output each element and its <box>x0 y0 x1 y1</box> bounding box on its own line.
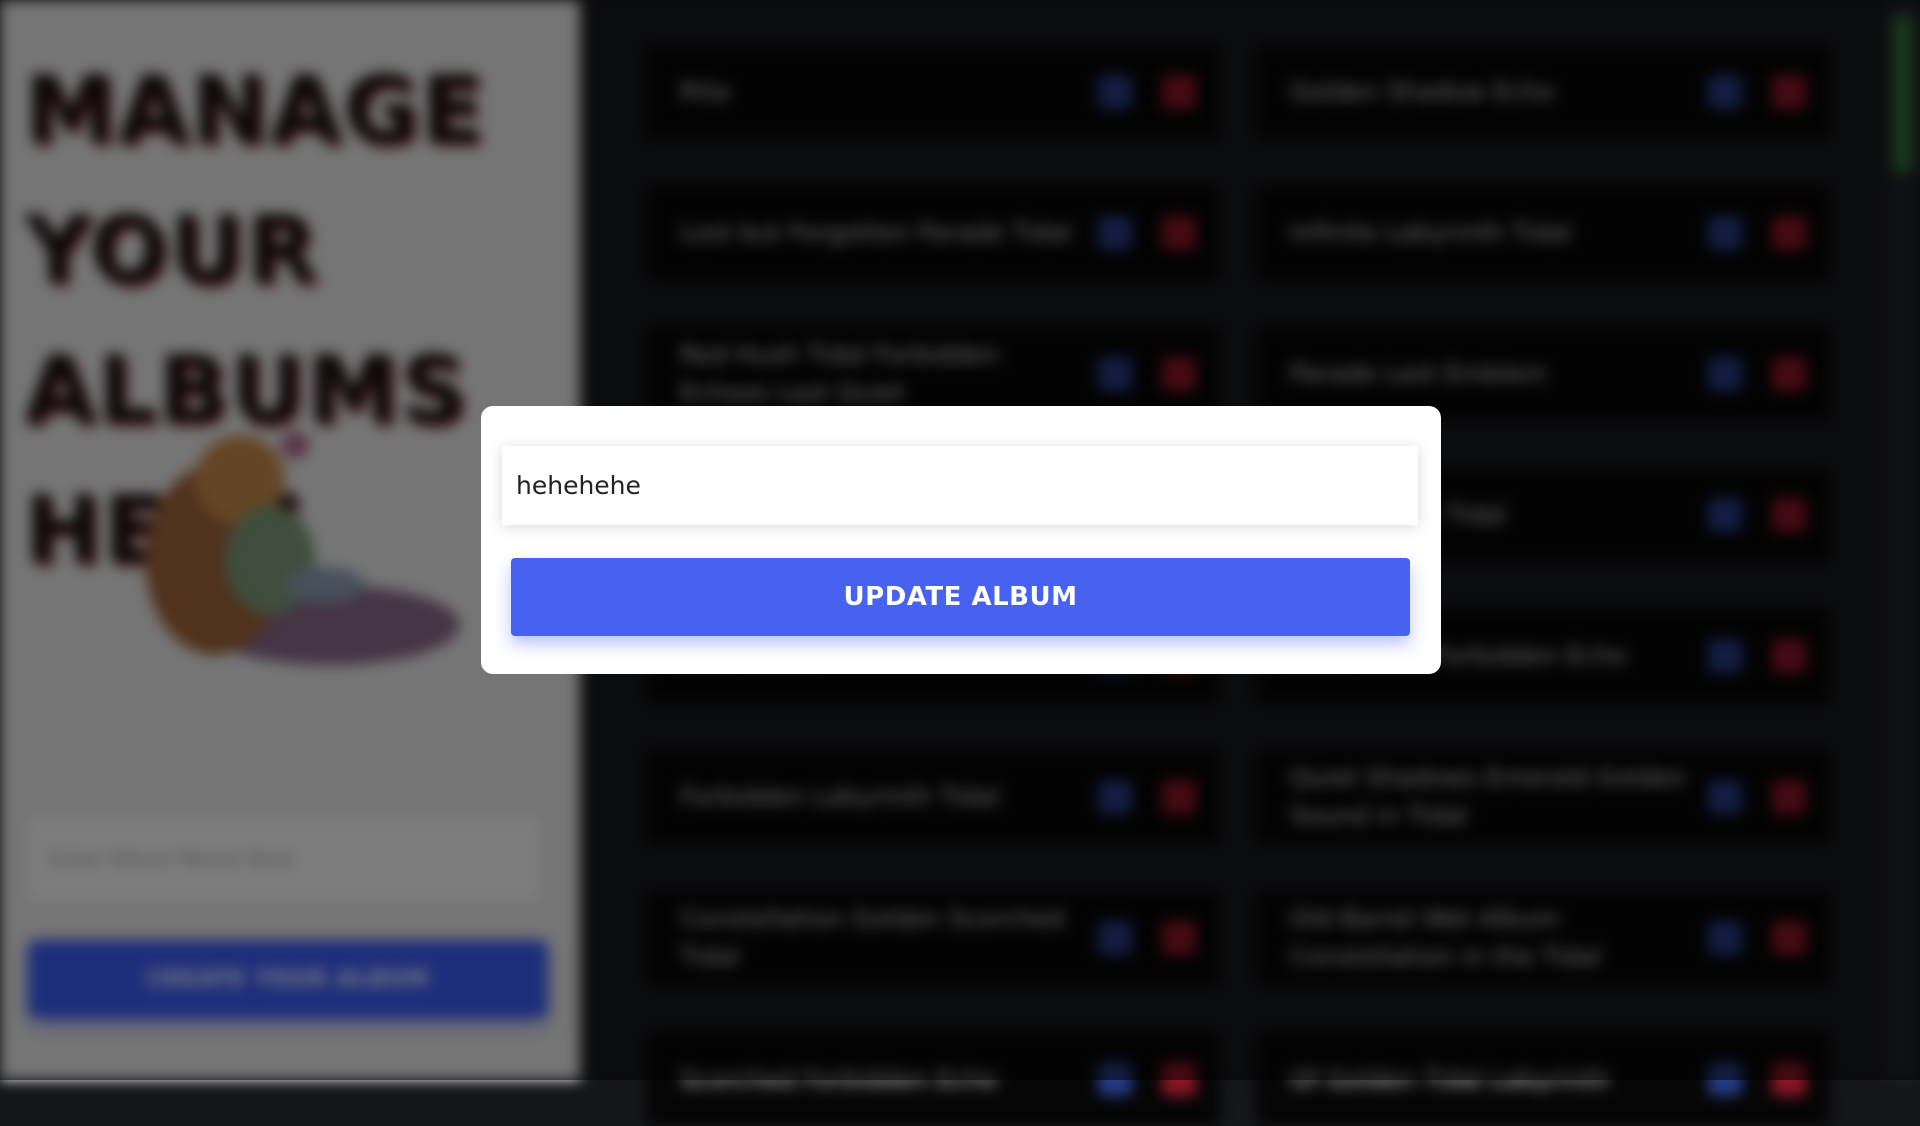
update-album-modal: UPDATE ALBUM <box>481 406 1441 674</box>
update-album-button[interactable]: UPDATE ALBUM <box>511 558 1410 636</box>
album-name-input[interactable] <box>502 446 1418 525</box>
